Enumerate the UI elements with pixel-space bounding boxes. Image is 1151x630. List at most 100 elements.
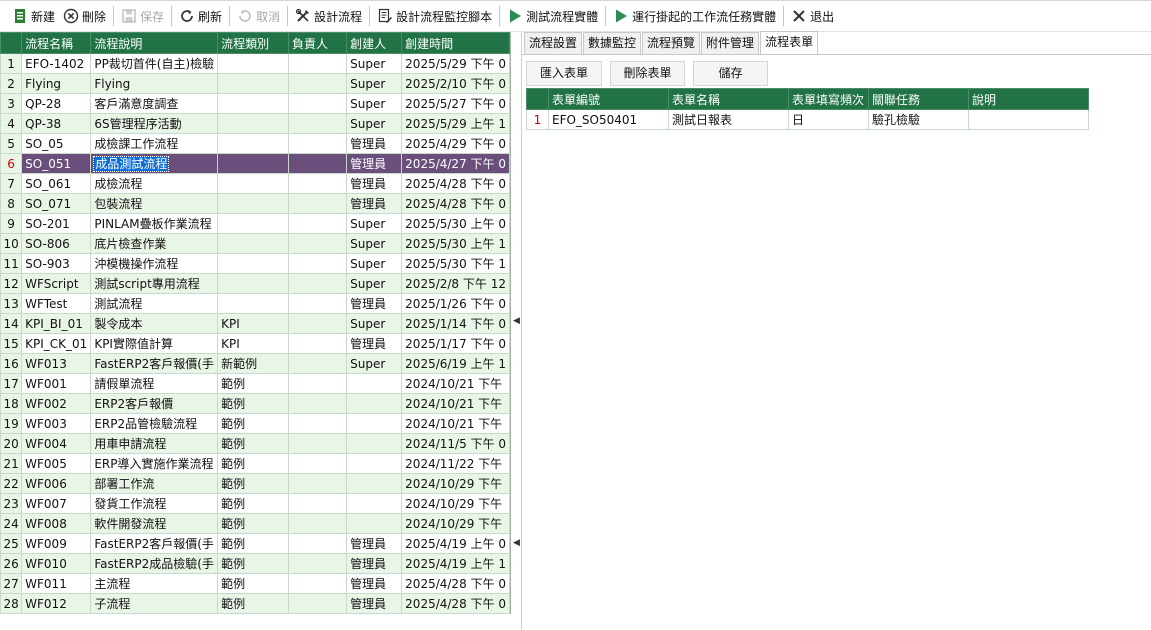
row-number[interactable]: 17 — [0, 373, 23, 394]
created-time-cell[interactable]: 2025/4/28 下午 0 — [401, 573, 510, 594]
creator-cell[interactable]: 管理員 — [346, 573, 403, 594]
flow-desc-cell[interactable]: 成品測試流程 — [90, 153, 219, 174]
row-number[interactable]: 7 — [0, 173, 23, 194]
table-row[interactable]: 27 WF011 主流程 範例 管理員 2025/4/28 下午 0 — [0, 573, 510, 594]
form-name-cell[interactable]: 測試日報表 — [668, 109, 789, 130]
created-time-cell[interactable]: 2025/5/30 上午 1 — [401, 233, 510, 254]
col-header-form-id[interactable]: 表單編號 — [548, 88, 669, 110]
row-number[interactable]: 27 — [0, 573, 23, 594]
table-row[interactable]: 16 WF013 FastERP2客戶報價(手 新範例 Super 2025/6/19 上… — [0, 353, 510, 374]
row-number[interactable]: 28 — [0, 593, 23, 614]
flow-desc-cell[interactable]: 沖模機操作流程 — [90, 253, 219, 274]
creator-cell[interactable]: Super — [346, 353, 403, 374]
table-row[interactable]: 25 WF009 FastERP2客戶報價(手 範例 管理員 2025/4/19 上午 0 — [0, 533, 510, 554]
created-time-cell[interactable]: 2025/2/10 下午 0 — [401, 73, 510, 94]
flow-category-cell[interactable]: 範例 — [217, 553, 289, 574]
row-number[interactable]: 12 — [0, 273, 23, 294]
test-flow-instance-button[interactable]: 測試流程實體 — [503, 4, 602, 28]
flow-desc-cell[interactable]: 測試流程 — [90, 293, 219, 314]
flow-name-cell[interactable]: KPI_CK_01 — [21, 333, 92, 354]
owner-cell[interactable] — [287, 593, 348, 614]
flow-name-cell[interactable]: WF012 — [21, 593, 92, 614]
created-time-cell[interactable]: 2025/4/29 下午 0 — [401, 133, 510, 154]
created-time-cell[interactable]: 2024/10/21 下午 — [401, 413, 510, 434]
table-row[interactable]: 3 QP-28 客戶滿意度調查 Super 2025/5/27 下午 0 — [0, 93, 510, 114]
creator-cell[interactable] — [346, 493, 403, 514]
form-grid[interactable]: 表單編號 表單名稱 表單填寫頻次 關聯任務 說明 1 EFO_SO50401 測… — [526, 88, 1089, 130]
creator-cell[interactable]: Super — [346, 233, 403, 254]
created-time-cell[interactable]: 2025/1/14 下午 0 — [401, 313, 510, 334]
col-header-flow-desc[interactable]: 流程說明 — [90, 32, 219, 54]
row-number[interactable]: 18 — [0, 393, 23, 414]
created-time-cell[interactable]: 2024/11/22 下午 — [401, 453, 510, 474]
flow-desc-cell[interactable]: 6S管理程序活動 — [90, 113, 219, 134]
creator-cell[interactable]: Super — [346, 253, 403, 274]
flow-desc-cell[interactable]: PINLAM疊板作業流程 — [90, 213, 219, 234]
created-time-cell[interactable]: 2025/5/30 下午 1 — [401, 253, 510, 274]
flow-category-cell[interactable] — [217, 233, 289, 254]
table-row[interactable]: 24 WF008 軟件開發流程 範例 2024/10/29 下午 — [0, 513, 510, 534]
table-row[interactable]: 11 SO-903 沖模機操作流程 Super 2025/5/30 下午 1 — [0, 253, 510, 274]
row-number[interactable]: 25 — [0, 533, 23, 554]
owner-cell[interactable] — [287, 313, 348, 334]
created-time-cell[interactable]: 2024/10/21 下午 — [401, 393, 510, 414]
flow-category-cell[interactable]: KPI — [217, 333, 289, 354]
import-form-button[interactable]: 匯入表單 — [526, 61, 602, 86]
owner-cell[interactable] — [287, 373, 348, 394]
flow-category-cell[interactable] — [217, 133, 289, 154]
form-id-cell[interactable]: EFO_SO50401 — [548, 109, 669, 130]
flow-category-cell[interactable]: 範例 — [217, 393, 289, 414]
row-number[interactable]: 21 — [0, 453, 23, 474]
creator-cell[interactable]: 管理員 — [346, 193, 403, 214]
delete-button[interactable]: 刪除 — [59, 4, 110, 28]
flow-name-cell[interactable]: QP-38 — [21, 113, 92, 134]
owner-cell[interactable] — [287, 253, 348, 274]
tab-flow-settings[interactable]: 流程設置 — [524, 32, 583, 54]
flow-category-cell[interactable]: 範例 — [217, 593, 289, 614]
flow-name-cell[interactable]: WF006 — [21, 473, 92, 494]
flow-name-cell[interactable]: WF011 — [21, 573, 92, 594]
flow-category-cell[interactable] — [217, 173, 289, 194]
creator-cell[interactable]: Super — [346, 53, 403, 74]
row-number[interactable]: 1 — [526, 109, 549, 130]
created-time-cell[interactable]: 2024/10/29 下午 — [401, 473, 510, 494]
flow-name-cell[interactable]: SO_061 — [21, 173, 92, 194]
flow-desc-cell[interactable]: 測試script專用流程 — [90, 273, 219, 294]
creator-cell[interactable]: Super — [346, 273, 403, 294]
new-button[interactable]: 新建 — [8, 4, 59, 28]
creator-cell[interactable]: 管理員 — [346, 333, 403, 354]
row-number[interactable]: 2 — [0, 73, 23, 94]
table-row[interactable]: 28 WF012 子流程 範例 管理員 2025/4/28 下午 0 — [0, 593, 510, 614]
refresh-button[interactable]: 刷新 — [175, 4, 226, 28]
creator-cell[interactable] — [346, 433, 403, 454]
note-cell[interactable] — [968, 109, 1089, 130]
flow-name-cell[interactable]: EFO-1402 — [21, 53, 92, 74]
collapse-left-arrow-icon[interactable]: ◀ — [513, 316, 520, 326]
flow-name-cell[interactable]: SO_05 — [21, 133, 92, 154]
table-row[interactable]: 4 QP-38 6S管理程序活動 Super 2025/5/29 上午 1 — [0, 113, 510, 134]
owner-cell[interactable] — [287, 173, 348, 194]
col-header-related-task[interactable]: 關聯任務 — [868, 88, 969, 110]
col-header-flow-category[interactable]: 流程類別 — [217, 32, 289, 54]
flow-name-cell[interactable]: QP-28 — [21, 93, 92, 114]
flow-name-cell[interactable]: WF013 — [21, 353, 92, 374]
row-number[interactable]: 1 — [0, 53, 23, 74]
row-number[interactable]: 11 — [0, 253, 23, 274]
flow-category-cell[interactable] — [217, 93, 289, 114]
created-time-cell[interactable]: 2025/6/19 上午 1 — [401, 353, 510, 374]
table-row[interactable]: 18 WF002 ERP2客戶報價 範例 2024/10/21 下午 — [0, 393, 510, 414]
tab-attachments[interactable]: 附件管理 — [701, 32, 760, 54]
table-row[interactable]: 12 WFScript 測試script專用流程 Super 2025/2/8 下午 1… — [0, 273, 510, 294]
flow-category-cell[interactable]: 範例 — [217, 453, 289, 474]
creator-cell[interactable] — [346, 473, 403, 494]
creator-cell[interactable]: 管理員 — [346, 533, 403, 554]
design-monitor-script-button[interactable]: 設計流程監控腳本 — [373, 4, 496, 28]
owner-cell[interactable] — [287, 293, 348, 314]
collapse-left-arrow-icon[interactable]: ◀ — [513, 538, 520, 548]
flow-category-cell[interactable] — [217, 213, 289, 234]
flow-desc-cell[interactable]: 成檢流程 — [90, 173, 219, 194]
flow-name-cell[interactable]: WF001 — [21, 373, 92, 394]
flow-category-cell[interactable] — [217, 153, 289, 174]
table-row[interactable]: 15 KPI_CK_01 KPI實際值計算 KPI 管理員 2025/1/17 下午 0 — [0, 333, 510, 354]
row-number[interactable]: 4 — [0, 113, 23, 134]
